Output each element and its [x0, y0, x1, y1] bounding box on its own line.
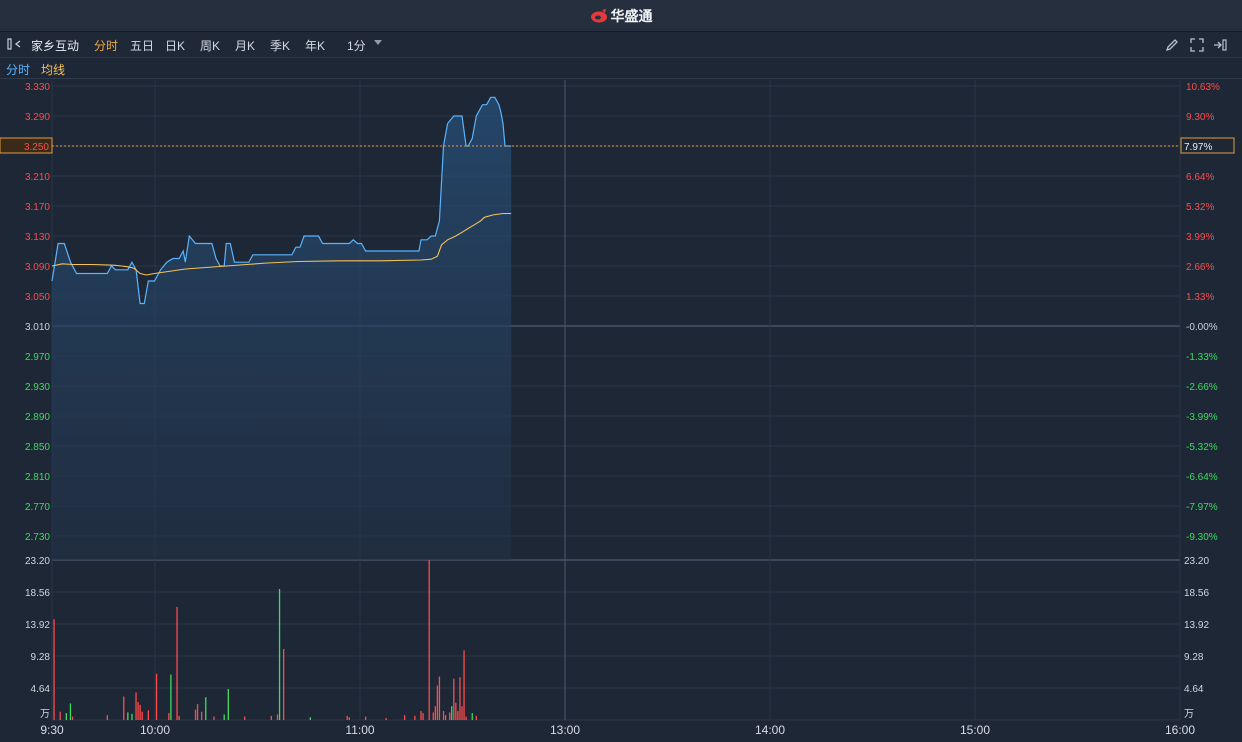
- price-tick-label: 3.170: [25, 202, 50, 213]
- volume-tick-left: 9.28: [31, 652, 51, 663]
- time-axis-label: 15:00: [960, 723, 990, 737]
- volume-tick-right: 18.56: [1184, 588, 1209, 599]
- volume-tick-right: 4.64: [1184, 684, 1204, 695]
- pct-tick-label: 10.63%: [1186, 82, 1220, 93]
- volume-tick-left: 18.56: [25, 588, 50, 599]
- price-tick-label: 2.890: [25, 412, 50, 423]
- volume-tick-right: 万: [1184, 709, 1194, 720]
- volume-tick-left: 4.64: [31, 684, 51, 695]
- price-tick-label: 2.930: [25, 382, 50, 393]
- pct-tick-label: -0.00%: [1186, 322, 1218, 333]
- price-tick-label: 2.810: [25, 472, 50, 483]
- pct-tick-label: 6.64%: [1186, 172, 1214, 183]
- price-tick-label: 3.010: [25, 322, 50, 333]
- time-axis-label: 13:00: [550, 723, 580, 737]
- price-tick-label: 3.050: [25, 292, 50, 303]
- time-axis-label: 11:00: [345, 723, 374, 737]
- pct-tick-label: -3.99%: [1186, 412, 1218, 423]
- volume-tick-left: 万: [40, 709, 50, 720]
- intraday-chart[interactable]: 3.330 3.290 3.210 3.170 3.130 3.090 3.050 3.010…: [0, 0, 1242, 742]
- crosshair-pct-label: 7.97%: [1184, 142, 1212, 153]
- pct-tick-label: -7.97%: [1186, 502, 1218, 513]
- time-axis-label: 10:00: [140, 723, 170, 737]
- pct-tick-label: -2.66%: [1186, 382, 1218, 393]
- volume-tick-left: 13.92: [25, 620, 50, 631]
- crosshair-price-label: 3.250: [24, 142, 49, 153]
- pct-tick-label: 5.32%: [1186, 202, 1214, 213]
- volume-tick-left: 23.20: [25, 556, 50, 567]
- volume-tick-right: 13.92: [1184, 620, 1209, 631]
- price-tick-label: 3.210: [25, 172, 50, 183]
- price-tick-label: 2.850: [25, 442, 50, 453]
- time-axis-label: 9:30: [40, 723, 64, 737]
- pct-tick-label: 3.99%: [1186, 232, 1214, 243]
- volume-tick-right: 9.28: [1184, 652, 1204, 663]
- pct-tick-label: 1.33%: [1186, 292, 1214, 303]
- price-tick-label: 3.290: [25, 112, 50, 123]
- price-tick-label: 3.130: [25, 232, 50, 243]
- pct-tick-label: 9.30%: [1186, 112, 1214, 123]
- pct-tick-label: -9.30%: [1186, 532, 1218, 543]
- pct-tick-label: -6.64%: [1186, 472, 1218, 483]
- time-axis-label: 16:00: [1165, 723, 1195, 737]
- price-tick-label: 2.770: [25, 502, 50, 513]
- volume-tick-right: 23.20: [1184, 556, 1209, 567]
- pct-tick-label: -5.32%: [1186, 442, 1218, 453]
- time-axis-label: 14:00: [755, 723, 785, 737]
- pct-tick-label: 2.66%: [1186, 262, 1214, 273]
- price-tick-label: 3.330: [25, 82, 50, 93]
- price-tick-label: 2.970: [25, 352, 50, 363]
- price-tick-label: 2.730: [25, 532, 50, 543]
- pct-tick-label: -1.33%: [1186, 352, 1218, 363]
- price-tick-label: 3.090: [25, 262, 50, 273]
